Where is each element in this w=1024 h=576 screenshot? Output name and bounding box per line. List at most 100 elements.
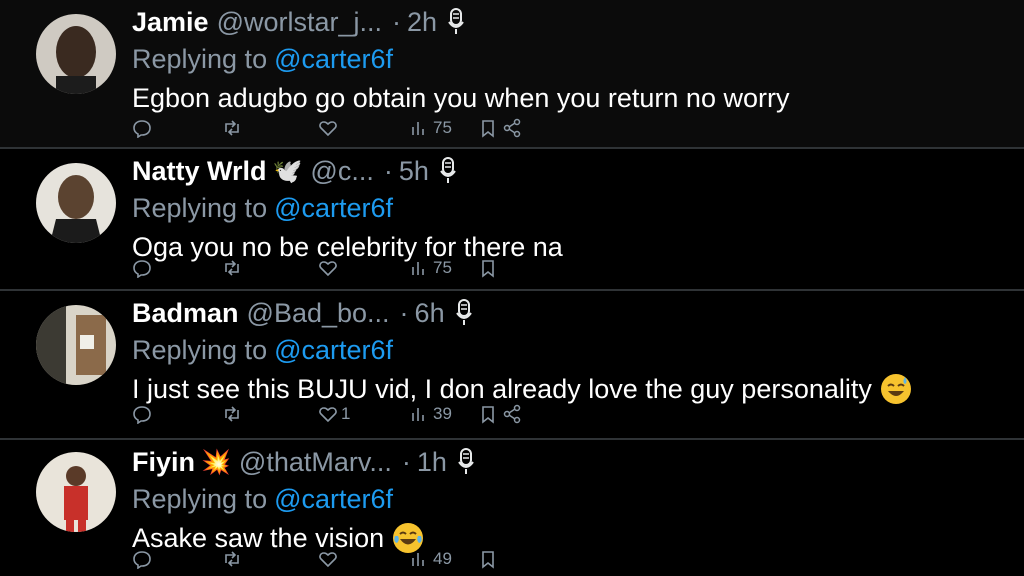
views-icon (412, 408, 424, 421)
replying-to-line: Replying to @carter6f (132, 191, 1004, 225)
separator-dot: · (392, 6, 402, 37)
avatar[interactable] (36, 305, 116, 385)
reply-button[interactable] (132, 402, 152, 426)
replying-label: Replying to (132, 193, 268, 223)
mention-link[interactable]: @carter6f (274, 44, 393, 74)
user-handle[interactable]: @worlstar_j... (217, 7, 382, 38)
reply-item[interactable]: Fiyin 💥 @thatMarv... · 1h Replying to @ca… (0, 440, 1024, 576)
avatar[interactable] (36, 14, 116, 94)
views-button[interactable]: 39 (410, 402, 452, 426)
bookmark-button[interactable] (478, 547, 498, 571)
comment-icon (133, 120, 151, 138)
reply-button[interactable] (132, 256, 152, 280)
heart-icon (319, 121, 337, 137)
like-count: 1 (341, 404, 351, 423)
heart-icon (319, 407, 337, 423)
display-name[interactable]: Badman (132, 298, 239, 329)
views-button[interactable]: 49 (410, 547, 452, 571)
replying-to-line: Replying to @carter6f (132, 482, 1004, 516)
retweet-button[interactable] (222, 402, 242, 426)
timestamp[interactable]: 1h (417, 447, 447, 478)
retweet-icon (225, 120, 239, 136)
avatar[interactable] (36, 452, 116, 532)
retweet-icon (225, 406, 239, 422)
retweet-icon (225, 551, 239, 567)
reply-text: Egbon adugbo go obtain you when you retu… (132, 79, 1004, 117)
reply-button[interactable] (132, 116, 152, 140)
heart-icon (319, 261, 337, 277)
reply-item[interactable]: Badman @Bad_bo... · 6h Replying to @carte… (0, 291, 1024, 438)
views-icon (412, 122, 424, 135)
microphone-icon (455, 299, 473, 327)
bookmark-icon (482, 120, 494, 138)
timestamp[interactable]: 6h (415, 298, 445, 329)
like-button[interactable] (318, 547, 341, 571)
microphone-icon (447, 8, 465, 36)
replying-label: Replying to (132, 44, 268, 74)
reply-text-content: Egbon adugbo go obtain you when you retu… (132, 83, 790, 113)
microphone-icon (439, 157, 457, 185)
bookmark-button[interactable] (478, 402, 498, 426)
timestamp[interactable]: 2h (407, 7, 437, 38)
views-button[interactable]: 75 (410, 256, 452, 280)
mention-link[interactable]: @carter6f (274, 335, 393, 365)
views-icon (412, 553, 424, 566)
avatar[interactable] (36, 163, 116, 243)
retweet-button[interactable] (222, 547, 242, 571)
reply-button[interactable] (132, 547, 152, 571)
microphone-icon (457, 448, 475, 476)
view-count: 39 (433, 404, 452, 423)
share-icon (503, 404, 521, 424)
reply-item[interactable]: Natty Wrld 🕊️ @c... · 5h Replying to @car… (0, 149, 1024, 289)
reply-text: Asake saw the vision (132, 519, 1004, 557)
share-button[interactable] (502, 402, 522, 426)
bookmark-button[interactable] (478, 256, 498, 280)
share-button[interactable] (502, 116, 522, 140)
dove-emoji: 🕊️ (272, 157, 303, 185)
views-button[interactable]: 75 (410, 116, 452, 140)
separator-dot: · (399, 297, 409, 328)
view-count: 75 (433, 258, 452, 277)
retweet-button[interactable] (222, 256, 242, 280)
mention-link[interactable]: @carter6f (274, 484, 393, 514)
replying-label: Replying to (132, 335, 268, 365)
view-count: 49 (433, 549, 452, 568)
reply-text: Oga you no be celebrity for there na (132, 228, 1004, 266)
retweet-icon (225, 260, 239, 276)
reply-text: I just see this BUJU vid, I don already … (132, 370, 1004, 408)
replies-feed: Jamie @worlstar_j... · 2h Replying to @ca… (0, 0, 1024, 576)
sweat-smile-emoji (880, 373, 912, 405)
display-name[interactable]: Natty Wrld (132, 156, 267, 187)
replying-to-line: Replying to @carter6f (132, 333, 1004, 367)
bookmark-icon (482, 260, 494, 278)
bookmark-button[interactable] (478, 116, 498, 140)
separator-dot: · (401, 446, 411, 477)
reply-text-content: Oga you no be celebrity for there na (132, 232, 563, 262)
reply-item[interactable]: Jamie @worlstar_j... · 2h Replying to @ca… (0, 0, 1024, 147)
bookmark-icon (482, 406, 494, 424)
heart-icon (319, 552, 337, 568)
like-button[interactable]: 1 (318, 402, 350, 426)
comment-icon (133, 406, 151, 424)
timestamp[interactable]: 5h (399, 156, 429, 187)
bookmark-icon (482, 551, 494, 569)
mention-link[interactable]: @carter6f (274, 193, 393, 223)
views-icon (412, 262, 424, 275)
reply-text-content: Asake saw the vision (132, 523, 385, 553)
user-handle[interactable]: @Bad_bo... (247, 298, 390, 329)
like-button[interactable] (318, 256, 341, 280)
like-button[interactable] (318, 116, 341, 140)
separator-dot: · (383, 155, 393, 186)
display-name[interactable]: Fiyin (132, 447, 195, 478)
user-handle[interactable]: @c... (310, 156, 373, 187)
display-name[interactable]: Jamie (132, 7, 209, 38)
replying-to-line: Replying to @carter6f (132, 42, 1004, 76)
user-handle[interactable]: @thatMarv... (239, 447, 392, 478)
retweet-button[interactable] (222, 116, 242, 140)
collision-emoji: 💥 (201, 448, 231, 476)
share-icon (503, 118, 521, 138)
replying-label: Replying to (132, 484, 268, 514)
comment-icon (133, 260, 151, 278)
view-count: 75 (433, 118, 452, 137)
comment-icon (133, 551, 151, 569)
